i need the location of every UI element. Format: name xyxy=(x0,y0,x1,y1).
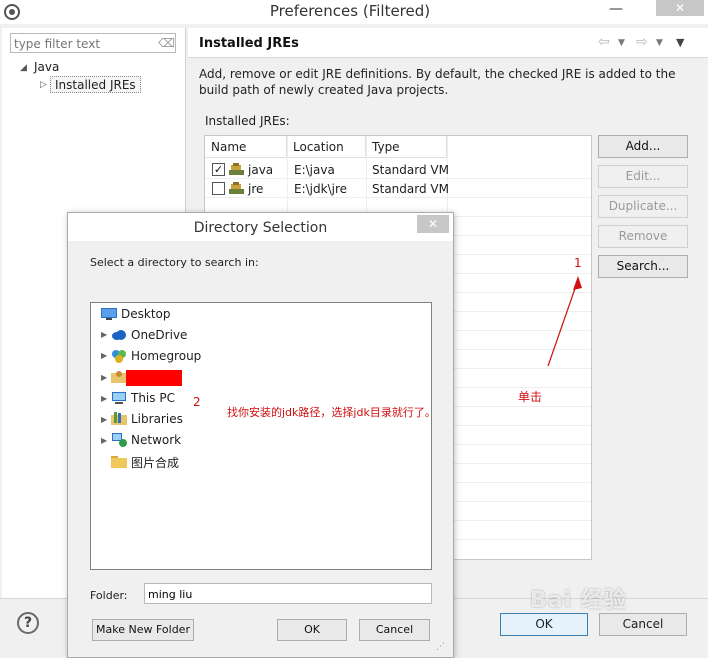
jre-checkbox-jre[interactable] xyxy=(212,182,225,195)
cloud-icon xyxy=(112,330,126,340)
dialog-title: Directory Selection xyxy=(193,220,328,236)
jre-type-cell: Standard VM xyxy=(372,182,449,196)
jre-location-cell: E:\jdk\jre xyxy=(294,182,347,196)
edit-button[interactable]: Edit... xyxy=(598,165,688,188)
page-description: Add, remove or edit JRE definitions. By … xyxy=(199,67,676,97)
jre-type-cell: Standard VM xyxy=(372,163,449,177)
tree-collapsed-arrow-icon[interactable]: ▶ xyxy=(101,330,107,339)
directory-tree[interactable]: Desktop ▶ OneDrive ▶ Homegroup ▶ ▶ This … xyxy=(90,302,432,570)
resize-grip-icon[interactable]: ⋰ xyxy=(436,641,448,653)
folder-label: Folder: xyxy=(90,589,128,602)
column-divider xyxy=(366,136,367,212)
make-new-folder-button[interactable]: Make New Folder xyxy=(92,619,194,641)
jre-library-icon xyxy=(229,163,244,175)
jre-location-cell: E:\java xyxy=(294,163,335,177)
row-divider xyxy=(205,197,591,198)
remove-button[interactable]: Remove xyxy=(598,225,688,248)
tree-node-libraries[interactable]: Libraries xyxy=(131,412,183,426)
network-icon xyxy=(112,433,127,447)
column-header-type[interactable]: Type xyxy=(366,136,447,158)
tree-collapsed-arrow-icon[interactable]: ▶ xyxy=(101,394,107,403)
help-icon[interactable]: ? xyxy=(17,612,39,634)
forward-dropdown-icon[interactable]: ▼ xyxy=(656,38,663,48)
dialog-prompt: Select a directory to search in: xyxy=(90,256,259,269)
minimize-button[interactable]: — xyxy=(608,2,624,18)
tree-node-desktop[interactable]: Desktop xyxy=(121,307,171,321)
tree-node-homegroup[interactable]: Homegroup xyxy=(131,349,201,363)
folder-input[interactable] xyxy=(144,583,432,604)
tree-collapsed-arrow-icon[interactable]: ▶ xyxy=(101,415,107,424)
window-title: Preferences (Filtered) xyxy=(269,2,431,20)
tree-item-installed-jres[interactable]: Installed JREs xyxy=(50,76,141,93)
jre-checkbox-java[interactable]: ✓ xyxy=(212,163,225,176)
add-button[interactable]: Add... xyxy=(598,135,688,158)
directory-selection-dialog: Directory Selection ✕ Select a directory… xyxy=(67,212,454,658)
installed-jres-label: Installed JREs: xyxy=(205,114,290,128)
ok-button[interactable]: OK xyxy=(500,613,588,636)
dialog-cancel-button[interactable]: Cancel xyxy=(359,619,430,641)
tree-collapsed-arrow-icon[interactable]: ▶ xyxy=(101,351,107,360)
tree-node-this-pc[interactable]: This PC xyxy=(131,391,175,405)
annotation-path-note: 找你安装的jdk路径，选择jdk目录就行了。 xyxy=(227,406,436,419)
tree-node-onedrive[interactable]: OneDrive xyxy=(131,328,187,342)
title-bar: Preferences (Filtered) — ✕ xyxy=(0,0,708,24)
close-button[interactable]: ✕ xyxy=(656,0,704,16)
column-header-name[interactable]: Name xyxy=(205,136,287,158)
back-arrow-icon[interactable]: ⇦ xyxy=(598,34,610,50)
homegroup-icon xyxy=(112,350,126,363)
dialog-ok-button[interactable]: OK xyxy=(277,619,347,641)
view-menu-icon[interactable]: ▼ xyxy=(676,36,684,49)
forward-arrow-icon[interactable]: ⇨ xyxy=(636,34,648,50)
filter-input[interactable] xyxy=(10,33,176,53)
libraries-icon xyxy=(111,412,127,425)
column-header-location[interactable]: Location xyxy=(287,136,366,158)
cancel-button[interactable]: Cancel xyxy=(599,613,687,636)
tree-item-java[interactable]: Java xyxy=(34,60,59,74)
annotation-click-note: 单击 xyxy=(518,390,543,404)
back-dropdown-icon[interactable]: ▼ xyxy=(618,38,625,48)
duplicate-button[interactable]: Duplicate... xyxy=(598,195,688,218)
column-divider xyxy=(287,136,288,212)
annotation-step-1: 1 xyxy=(574,256,582,270)
tree-collapsed-arrow-icon[interactable]: ▶ xyxy=(101,436,107,445)
annotation-step-2: 2 xyxy=(193,395,201,409)
tree-collapsed-arrow-icon[interactable]: ▶ xyxy=(101,373,107,382)
search-button[interactable]: Search... xyxy=(598,255,688,278)
tree-collapsed-arrow-icon[interactable]: ▷ xyxy=(40,80,47,90)
page-title: Installed JREs xyxy=(199,36,299,51)
jre-name-cell[interactable]: java xyxy=(248,163,273,177)
tree-node-picture-folder[interactable]: 图片合成 xyxy=(131,454,179,471)
baidu-watermark: Bai 经验 xyxy=(530,588,627,613)
page-header: Installed JREs ⇦ ▼ ⇨ ▼ ▼ xyxy=(188,28,708,58)
redaction-bar xyxy=(126,370,182,386)
dialog-close-button[interactable]: ✕ xyxy=(417,215,449,233)
computer-icon xyxy=(112,392,126,404)
tree-expanded-arrow-icon[interactable]: ◢ xyxy=(20,63,27,73)
clear-filter-icon[interactable]: ⌫ xyxy=(158,36,175,50)
user-folder-icon xyxy=(111,371,127,383)
dialog-title-bar: Directory Selection ✕ xyxy=(68,213,453,241)
jre-library-icon xyxy=(229,182,244,194)
folder-icon xyxy=(111,456,127,468)
desktop-icon xyxy=(101,308,117,320)
tree-node-network[interactable]: Network xyxy=(131,433,181,447)
jre-name-cell[interactable]: jre xyxy=(248,182,263,196)
row-divider xyxy=(205,178,591,179)
annotation-arrow-icon xyxy=(547,276,582,367)
